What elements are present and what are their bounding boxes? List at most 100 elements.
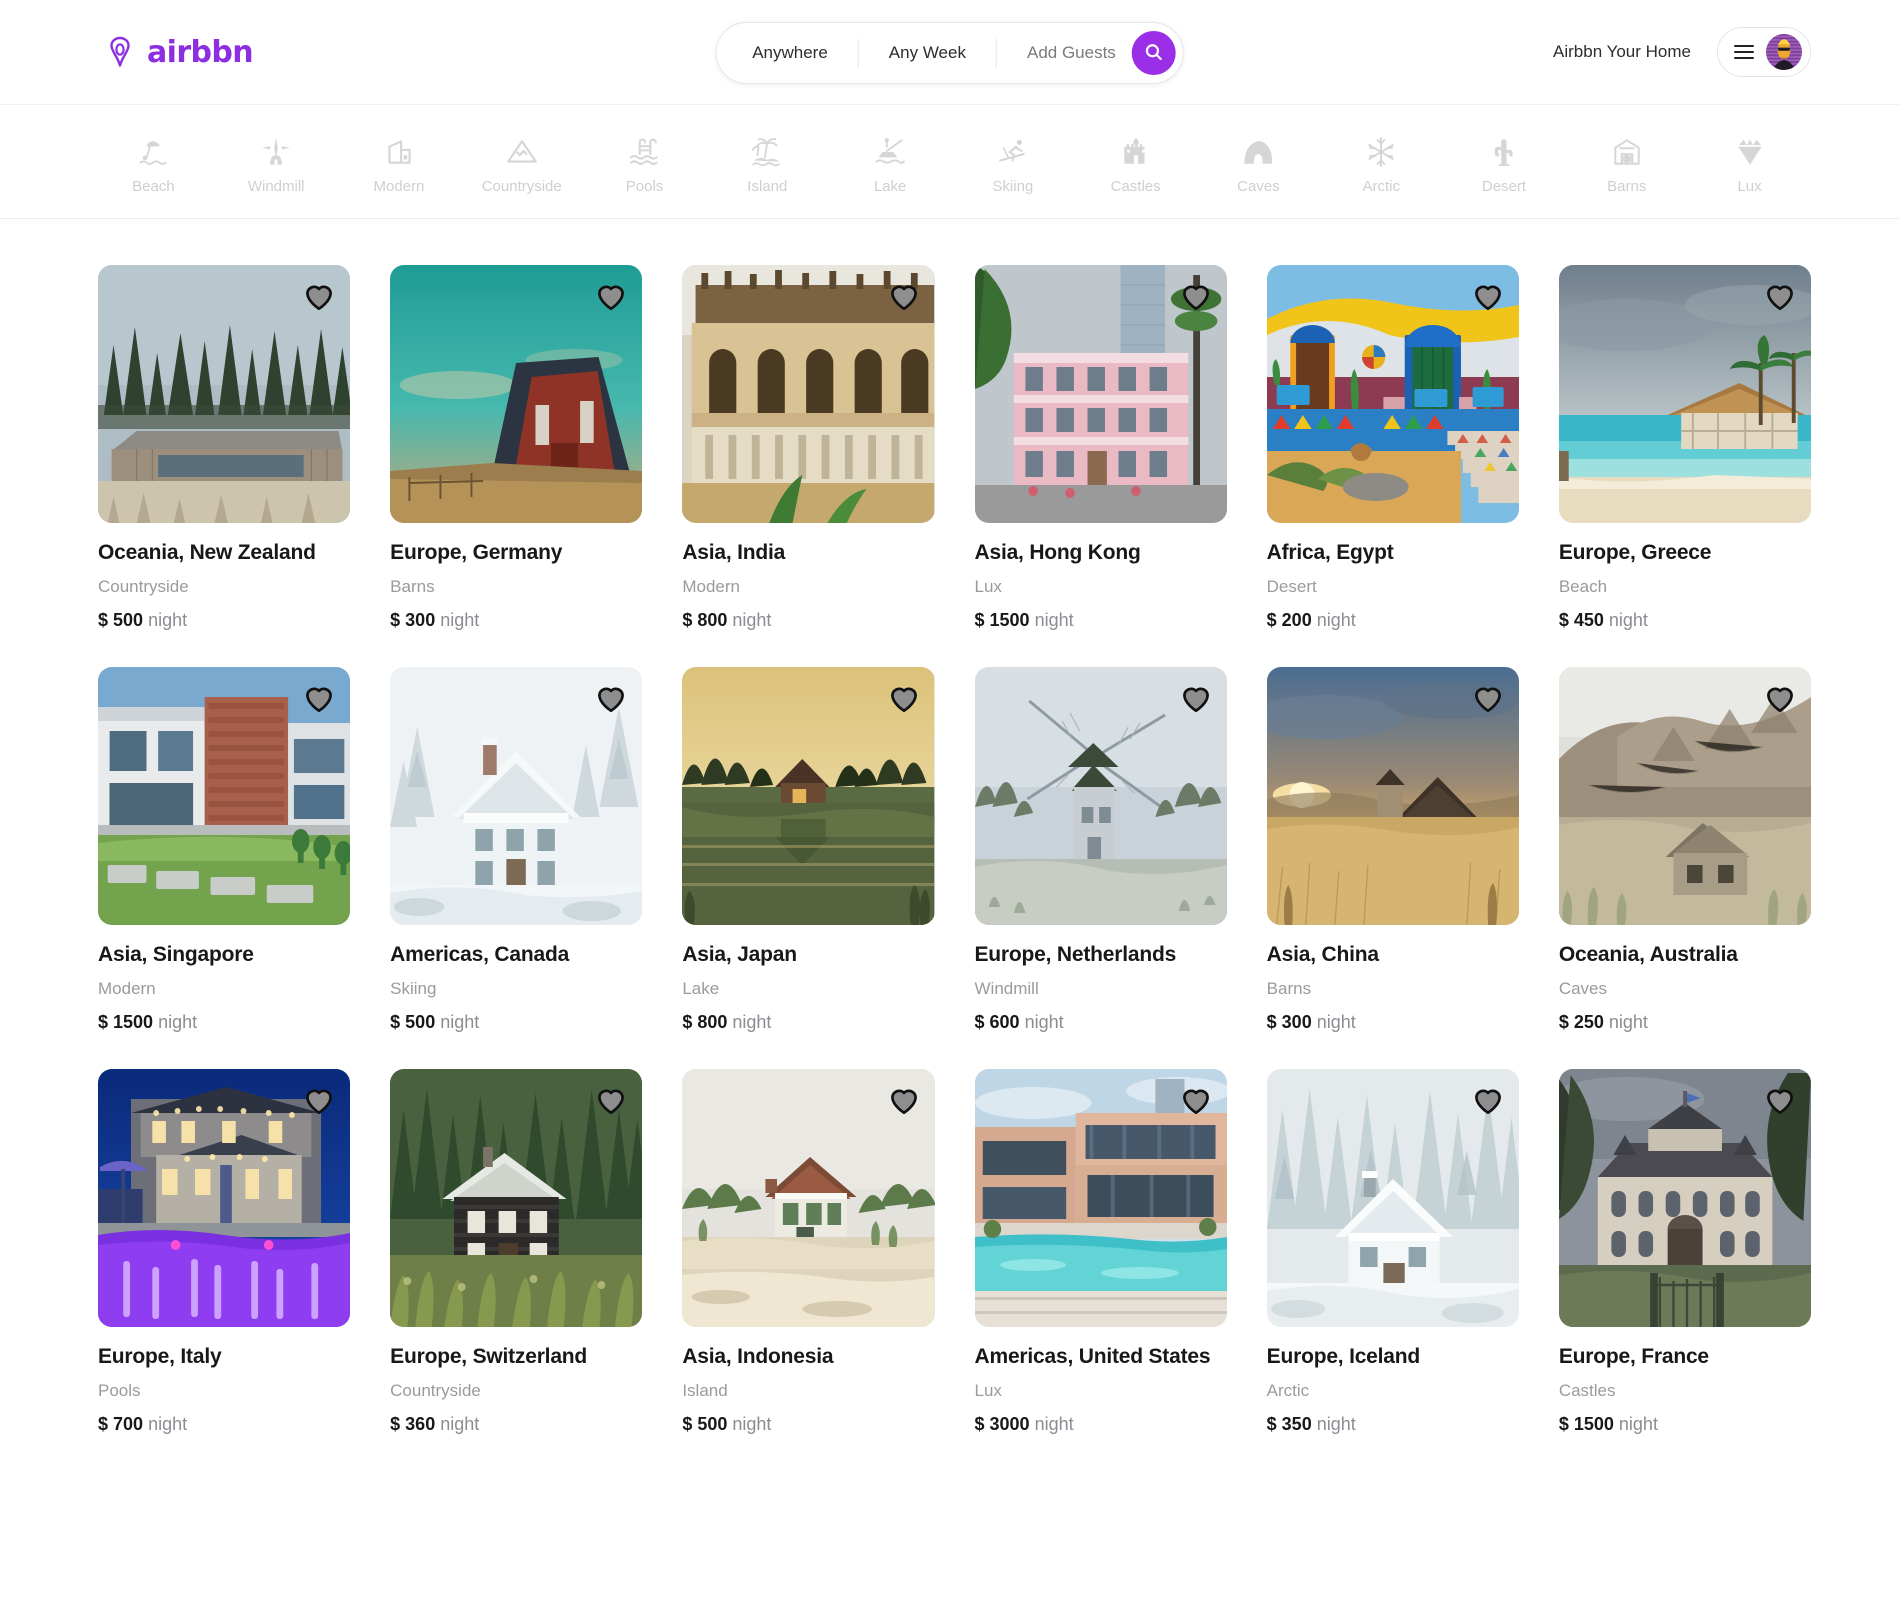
listing-image[interactable] xyxy=(98,265,351,523)
listing-card[interactable]: Asia, Japan Lake $ 800 night xyxy=(682,667,935,1033)
listing-card[interactable]: Africa, Egypt Desert $ 200 night xyxy=(1266,265,1519,631)
category-modern[interactable]: Modern xyxy=(338,129,461,195)
listing-image[interactable] xyxy=(1266,1069,1519,1327)
listing-card[interactable]: Americas, United States Lux $ 3000 night xyxy=(974,1069,1227,1435)
favorite-heart-icon[interactable] xyxy=(302,681,336,715)
listing-image[interactable] xyxy=(1558,265,1811,523)
favorite-heart-icon[interactable] xyxy=(302,279,336,313)
favorite-heart-icon[interactable] xyxy=(302,1083,336,1117)
price-amount: $ 500 xyxy=(98,610,144,630)
favorite-heart-icon[interactable] xyxy=(887,681,921,715)
category-countryside[interactable]: Countryside xyxy=(460,129,583,195)
listing-image[interactable] xyxy=(390,1069,643,1327)
favorite-heart-icon[interactable] xyxy=(1179,1083,1213,1117)
favorite-heart-icon[interactable] xyxy=(887,279,921,313)
listing-image[interactable] xyxy=(98,667,351,925)
listing-title: Asia, Hong Kong xyxy=(974,541,1141,564)
search-dates[interactable]: Any Week xyxy=(859,33,996,73)
category-lux[interactable]: Lux xyxy=(1688,129,1811,195)
search-bar[interactable]: Anywhere Any Week Add Guests xyxy=(715,22,1184,84)
favorite-heart-icon[interactable] xyxy=(1471,1083,1505,1117)
favorite-heart-icon[interactable] xyxy=(1471,279,1505,313)
favorite-heart-icon[interactable] xyxy=(594,1083,628,1117)
price-unit: night xyxy=(1316,610,1356,630)
listing-title: Asia, Singapore xyxy=(98,943,254,966)
listing-card[interactable]: Asia, China Barns $ 300 night xyxy=(1266,667,1519,1033)
favorite-heart-icon[interactable] xyxy=(887,1083,921,1117)
listing-image[interactable] xyxy=(682,265,935,523)
pool-ladder-icon xyxy=(628,135,662,169)
category-pools[interactable]: Pools xyxy=(583,129,706,195)
listing-card[interactable]: Asia, India Modern $ 800 night xyxy=(682,265,935,631)
listing-title: Europe, Greece xyxy=(1558,541,1712,564)
favorite-heart-icon[interactable] xyxy=(594,681,628,715)
favorite-heart-icon[interactable] xyxy=(1763,1083,1797,1117)
listing-card[interactable]: Europe, France Castles $ 1500 night xyxy=(1558,1069,1811,1435)
listing-card[interactable]: Europe, Italy Pools $ 700 night xyxy=(98,1069,351,1435)
host-your-home-link[interactable]: Airbbn Your Home xyxy=(1553,42,1691,62)
category-castles[interactable]: Castles xyxy=(1074,129,1197,195)
listing-category: Countryside xyxy=(390,1381,481,1400)
listing-image[interactable] xyxy=(390,265,643,523)
listing-title: Europe, Netherlands xyxy=(974,943,1177,966)
category-label: Lux xyxy=(1737,177,1762,195)
listing-card[interactable]: Asia, Indonesia Island $ 500 night xyxy=(682,1069,935,1435)
category-lake[interactable]: Lake xyxy=(829,129,952,195)
listing-card[interactable]: Asia, Singapore Modern $ 1500 night xyxy=(98,667,351,1033)
listing-image[interactable] xyxy=(390,667,643,925)
listing-card[interactable]: Europe, Switzerland Countryside $ 360 ni… xyxy=(390,1069,643,1435)
hamburger-menu-icon[interactable] xyxy=(1734,45,1754,59)
category-barns[interactable]: Barns xyxy=(1565,129,1688,195)
listing-image[interactable] xyxy=(1266,265,1519,523)
category-windmill[interactable]: Windmill xyxy=(215,129,338,195)
listing-price: $ 500 night xyxy=(682,1414,934,1435)
listing-image[interactable] xyxy=(682,1069,935,1327)
favorite-heart-icon[interactable] xyxy=(1763,279,1797,313)
category-beach[interactable]: Beach xyxy=(92,129,215,195)
listing-title: Europe, Iceland xyxy=(1266,1345,1421,1368)
price-amount: $ 350 xyxy=(1266,1414,1312,1434)
listing-card[interactable]: Asia, Hong Kong Lux $ 1500 night xyxy=(974,265,1227,631)
price-amount: $ 3000 xyxy=(974,1414,1030,1434)
listing-title: Europe, Germany xyxy=(390,541,563,564)
listing-card[interactable]: Europe, Netherlands Windmill $ 600 night xyxy=(974,667,1227,1033)
listing-image[interactable] xyxy=(1558,667,1811,925)
listing-card[interactable]: Europe, Greece Beach $ 450 night xyxy=(1558,265,1811,631)
listing-card[interactable]: Oceania, New Zealand Countryside $ 500 n… xyxy=(98,265,351,631)
favorite-heart-icon[interactable] xyxy=(1763,681,1797,715)
brand-logo[interactable]: airbbn xyxy=(100,32,254,72)
listing-image[interactable] xyxy=(974,667,1227,925)
listing-card[interactable]: Europe, Iceland Arctic $ 350 night xyxy=(1266,1069,1519,1435)
listing-title: Asia, India xyxy=(682,541,786,564)
price-amount: $ 800 xyxy=(682,610,728,630)
user-avatar[interactable] xyxy=(1766,34,1802,70)
listing-category: Barns xyxy=(390,577,435,596)
favorite-heart-icon[interactable] xyxy=(1179,279,1213,313)
category-desert[interactable]: Desert xyxy=(1443,129,1566,195)
price-unit: night xyxy=(148,610,188,630)
listing-price: $ 200 night xyxy=(1267,610,1519,631)
listing-image[interactable] xyxy=(974,1069,1227,1327)
header-actions: Airbbn Your Home xyxy=(1553,27,1811,77)
category-skiing[interactable]: Skiing xyxy=(951,129,1074,195)
category-caves[interactable]: Caves xyxy=(1197,129,1320,195)
category-arctic[interactable]: Arctic xyxy=(1320,129,1443,195)
favorite-heart-icon[interactable] xyxy=(1179,681,1213,715)
category-island[interactable]: Island xyxy=(706,129,829,195)
listing-image[interactable] xyxy=(98,1069,351,1327)
search-submit-button[interactable] xyxy=(1131,31,1176,75)
favorite-heart-icon[interactable] xyxy=(1471,681,1505,715)
listing-image[interactable] xyxy=(1266,667,1519,925)
listing-card[interactable]: Americas, Canada Skiing $ 500 night xyxy=(390,667,643,1033)
price-unit: night xyxy=(732,1012,772,1032)
user-menu-button[interactable] xyxy=(1717,27,1811,77)
listing-card[interactable]: Oceania, Australia Caves $ 250 night xyxy=(1558,667,1811,1033)
listing-image[interactable] xyxy=(1558,1069,1811,1327)
listing-image[interactable] xyxy=(974,265,1227,523)
listing-card[interactable]: Europe, Germany Barns $ 300 night xyxy=(390,265,643,631)
search-guests[interactable]: Add Guests xyxy=(997,33,1132,73)
listing-category: Lux xyxy=(974,1381,1002,1400)
listing-image[interactable] xyxy=(682,667,935,925)
search-location[interactable]: Anywhere xyxy=(716,33,858,73)
favorite-heart-icon[interactable] xyxy=(594,279,628,313)
